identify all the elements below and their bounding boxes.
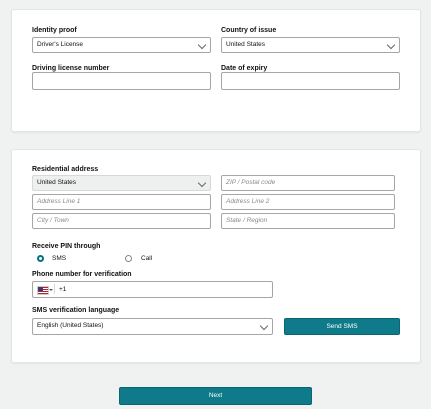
country-of-issue-label: Country of issue (221, 27, 277, 34)
sms-radio[interactable] (37, 255, 44, 262)
chevron-down-icon (386, 40, 396, 50)
call-radio-label: Call (141, 255, 153, 262)
license-number-input[interactable] (32, 72, 211, 90)
chevron-down-icon (259, 321, 269, 331)
expiry-date-input[interactable] (221, 72, 400, 90)
next-button[interactable]: Next (119, 387, 312, 405)
receive-pin-label: Receive PIN through (32, 243, 101, 250)
address-line2-input[interactable]: Address Line 2 (221, 194, 395, 210)
expiry-date-label: Date of expiry (221, 65, 268, 72)
call-radio[interactable] (125, 255, 132, 262)
phone-number-label: Phone number for verification (32, 271, 132, 278)
address-country-select[interactable]: United States (32, 175, 211, 191)
identity-proof-select[interactable]: Driver's License (32, 37, 211, 53)
country-of-issue-value: United States (226, 41, 266, 48)
divider (54, 284, 55, 294)
chevron-down-icon (197, 178, 207, 188)
caret-down-icon (49, 289, 53, 291)
country-of-issue-select[interactable]: United States (221, 37, 400, 53)
address-country-value: United States (37, 179, 77, 186)
city-input[interactable]: City / Town (32, 213, 211, 229)
address-card: Residential address United States ZIP / … (11, 149, 421, 363)
phone-number-input[interactable]: +1 (32, 281, 273, 298)
residential-address-label: Residential address (32, 166, 99, 173)
country-code: +1 (59, 286, 67, 293)
license-number-label: Driving license number (32, 65, 110, 72)
identity-proof-value: Driver's License (37, 41, 84, 48)
sms-radio-label: SMS (52, 255, 67, 262)
sms-language-value: English (United States) (37, 322, 104, 329)
us-flag-icon[interactable] (37, 286, 49, 295)
zip-input[interactable]: ZIP / Postal code (221, 175, 395, 191)
sms-language-label: SMS verification language (32, 307, 120, 314)
sms-language-select[interactable]: English (United States) (32, 318, 273, 335)
send-sms-button[interactable]: Send SMS (284, 318, 400, 335)
state-input[interactable]: State / Region (221, 213, 395, 229)
address-line1-input[interactable]: Address Line 1 (32, 194, 211, 210)
identity-card: Identity proof Driver's License Country … (11, 9, 421, 132)
chevron-down-icon (197, 40, 207, 50)
identity-proof-label: Identity proof (32, 27, 77, 34)
